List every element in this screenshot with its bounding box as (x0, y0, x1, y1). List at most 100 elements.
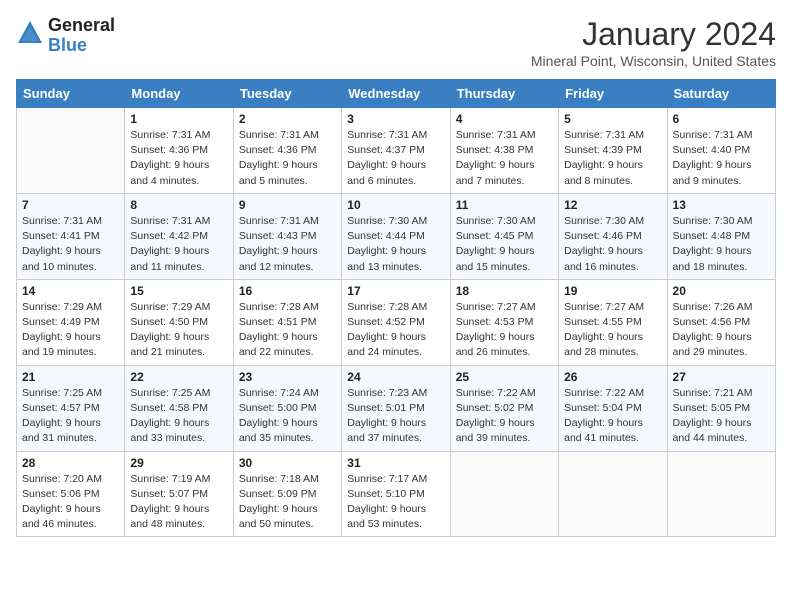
day-info: Sunrise: 7:31 AMSunset: 4:36 PMDaylight:… (239, 128, 336, 189)
day-number: 23 (239, 370, 336, 384)
calendar-cell: 7 Sunrise: 7:31 AMSunset: 4:41 PMDaylight… (17, 193, 125, 279)
day-info: Sunrise: 7:30 AMSunset: 4:44 PMDaylight:… (347, 214, 444, 275)
day-number: 15 (130, 284, 227, 298)
day-number: 20 (673, 284, 770, 298)
day-info: Sunrise: 7:31 AMSunset: 4:40 PMDaylight:… (673, 128, 770, 189)
col-header-wednesday: Wednesday (342, 80, 450, 108)
calendar-cell (450, 451, 558, 537)
day-number: 25 (456, 370, 553, 384)
day-info: Sunrise: 7:17 AMSunset: 5:10 PMDaylight:… (347, 472, 444, 533)
calendar-cell: 8 Sunrise: 7:31 AMSunset: 4:42 PMDaylight… (125, 193, 233, 279)
day-info: Sunrise: 7:31 AMSunset: 4:41 PMDaylight:… (22, 214, 119, 275)
day-number: 4 (456, 112, 553, 126)
calendar-cell: 15 Sunrise: 7:29 AMSunset: 4:50 PMDayligh… (125, 279, 233, 365)
day-number: 26 (564, 370, 661, 384)
calendar-cell: 11 Sunrise: 7:30 AMSunset: 4:45 PMDayligh… (450, 193, 558, 279)
title-block: January 2024 Mineral Point, Wisconsin, U… (531, 16, 776, 69)
logo-blue: Blue (48, 36, 115, 56)
calendar-cell: 28 Sunrise: 7:20 AMSunset: 5:06 PMDayligh… (17, 451, 125, 537)
day-info: Sunrise: 7:24 AMSunset: 5:00 PMDaylight:… (239, 386, 336, 447)
day-info: Sunrise: 7:27 AMSunset: 4:53 PMDaylight:… (456, 300, 553, 361)
calendar-cell: 31 Sunrise: 7:17 AMSunset: 5:10 PMDayligh… (342, 451, 450, 537)
calendar-cell: 26 Sunrise: 7:22 AMSunset: 5:04 PMDayligh… (559, 365, 667, 451)
calendar-cell: 19 Sunrise: 7:27 AMSunset: 4:55 PMDayligh… (559, 279, 667, 365)
day-number: 19 (564, 284, 661, 298)
calendar-table: SundayMondayTuesdayWednesdayThursdayFrid… (16, 79, 776, 537)
day-info: Sunrise: 7:30 AMSunset: 4:45 PMDaylight:… (456, 214, 553, 275)
day-info: Sunrise: 7:21 AMSunset: 5:05 PMDaylight:… (673, 386, 770, 447)
day-number: 9 (239, 198, 336, 212)
day-info: Sunrise: 7:23 AMSunset: 5:01 PMDaylight:… (347, 386, 444, 447)
day-number: 24 (347, 370, 444, 384)
day-number: 27 (673, 370, 770, 384)
col-header-sunday: Sunday (17, 80, 125, 108)
day-info: Sunrise: 7:18 AMSunset: 5:09 PMDaylight:… (239, 472, 336, 533)
day-info: Sunrise: 7:31 AMSunset: 4:43 PMDaylight:… (239, 214, 336, 275)
day-number: 8 (130, 198, 227, 212)
day-number: 18 (456, 284, 553, 298)
calendar-cell: 20Sunrise: 7:26 AMSunset: 4:56 PMDayligh… (667, 279, 775, 365)
calendar-cell: 13 Sunrise: 7:30 AMSunset: 4:48 PMDayligh… (667, 193, 775, 279)
day-info: Sunrise: 7:22 AMSunset: 5:02 PMDaylight:… (456, 386, 553, 447)
day-info: Sunrise: 7:30 AMSunset: 4:48 PMDaylight:… (673, 214, 770, 275)
calendar-week-row: 21 Sunrise: 7:25 AMSunset: 4:57 PMDayligh… (17, 365, 776, 451)
calendar-week-row: 28 Sunrise: 7:20 AMSunset: 5:06 PMDayligh… (17, 451, 776, 537)
day-number: 28 (22, 456, 119, 470)
day-number: 13 (673, 198, 770, 212)
day-number: 5 (564, 112, 661, 126)
day-number: 3 (347, 112, 444, 126)
day-info: Sunrise: 7:22 AMSunset: 5:04 PMDaylight:… (564, 386, 661, 447)
day-info: Sunrise: 7:30 AMSunset: 4:46 PMDaylight:… (564, 214, 661, 275)
calendar-cell (667, 451, 775, 537)
day-number: 10 (347, 198, 444, 212)
calendar-cell: 18 Sunrise: 7:27 AMSunset: 4:53 PMDayligh… (450, 279, 558, 365)
day-number: 1 (130, 112, 227, 126)
day-number: 7 (22, 198, 119, 212)
day-number: 31 (347, 456, 444, 470)
day-number: 16 (239, 284, 336, 298)
calendar-cell: 5 Sunrise: 7:31 AMSunset: 4:39 PMDaylight… (559, 108, 667, 194)
day-info: Sunrise: 7:31 AMSunset: 4:37 PMDaylight:… (347, 128, 444, 189)
calendar-cell: 27 Sunrise: 7:21 AMSunset: 5:05 PMDayligh… (667, 365, 775, 451)
day-info: Sunrise: 7:31 AMSunset: 4:42 PMDaylight:… (130, 214, 227, 275)
day-info: Sunrise: 7:27 AMSunset: 4:55 PMDaylight:… (564, 300, 661, 361)
calendar-cell: 29Sunrise: 7:19 AMSunset: 5:07 PMDayligh… (125, 451, 233, 537)
calendar-cell: 21 Sunrise: 7:25 AMSunset: 4:57 PMDayligh… (17, 365, 125, 451)
day-number: 29 (130, 456, 227, 470)
day-info: Sunrise: 7:29 AMSunset: 4:50 PMDaylight:… (130, 300, 227, 361)
calendar-cell: 4 Sunrise: 7:31 AMSunset: 4:38 PMDaylight… (450, 108, 558, 194)
day-number: 12 (564, 198, 661, 212)
day-info: Sunrise: 7:28 AMSunset: 4:51 PMDaylight:… (239, 300, 336, 361)
day-info: Sunrise: 7:31 AMSunset: 4:38 PMDaylight:… (456, 128, 553, 189)
logo-text: General Blue (48, 16, 115, 56)
location-subtitle: Mineral Point, Wisconsin, United States (531, 53, 776, 69)
calendar-cell: 25 Sunrise: 7:22 AMSunset: 5:02 PMDayligh… (450, 365, 558, 451)
calendar-cell: 30 Sunrise: 7:18 AMSunset: 5:09 PMDayligh… (233, 451, 341, 537)
calendar-cell: 17 Sunrise: 7:28 AMSunset: 4:52 PMDayligh… (342, 279, 450, 365)
day-info: Sunrise: 7:28 AMSunset: 4:52 PMDaylight:… (347, 300, 444, 361)
calendar-cell: 1Sunrise: 7:31 AMSunset: 4:36 PMDaylight… (125, 108, 233, 194)
day-info: Sunrise: 7:25 AMSunset: 4:57 PMDaylight:… (22, 386, 119, 447)
calendar-cell: 16 Sunrise: 7:28 AMSunset: 4:51 PMDayligh… (233, 279, 341, 365)
day-number: 22 (130, 370, 227, 384)
col-header-friday: Friday (559, 80, 667, 108)
day-number: 30 (239, 456, 336, 470)
calendar-week-row: 7 Sunrise: 7:31 AMSunset: 4:41 PMDaylight… (17, 193, 776, 279)
day-info: Sunrise: 7:25 AMSunset: 4:58 PMDaylight:… (130, 386, 227, 447)
day-number: 11 (456, 198, 553, 212)
calendar-cell: 14Sunrise: 7:29 AMSunset: 4:49 PMDayligh… (17, 279, 125, 365)
calendar-header-row: SundayMondayTuesdayWednesdayThursdayFrid… (17, 80, 776, 108)
day-number: 17 (347, 284, 444, 298)
logo-icon (16, 19, 44, 52)
day-number: 2 (239, 112, 336, 126)
day-info: Sunrise: 7:20 AMSunset: 5:06 PMDaylight:… (22, 472, 119, 533)
calendar-cell: 2 Sunrise: 7:31 AMSunset: 4:36 PMDaylight… (233, 108, 341, 194)
calendar-cell: 3 Sunrise: 7:31 AMSunset: 4:37 PMDaylight… (342, 108, 450, 194)
day-info: Sunrise: 7:31 AMSunset: 4:39 PMDaylight:… (564, 128, 661, 189)
calendar-cell: 12 Sunrise: 7:30 AMSunset: 4:46 PMDayligh… (559, 193, 667, 279)
calendar-cell: 23 Sunrise: 7:24 AMSunset: 5:00 PMDayligh… (233, 365, 341, 451)
col-header-monday: Monday (125, 80, 233, 108)
day-number: 21 (22, 370, 119, 384)
month-year-title: January 2024 (531, 16, 776, 53)
calendar-cell: 9 Sunrise: 7:31 AMSunset: 4:43 PMDaylight… (233, 193, 341, 279)
